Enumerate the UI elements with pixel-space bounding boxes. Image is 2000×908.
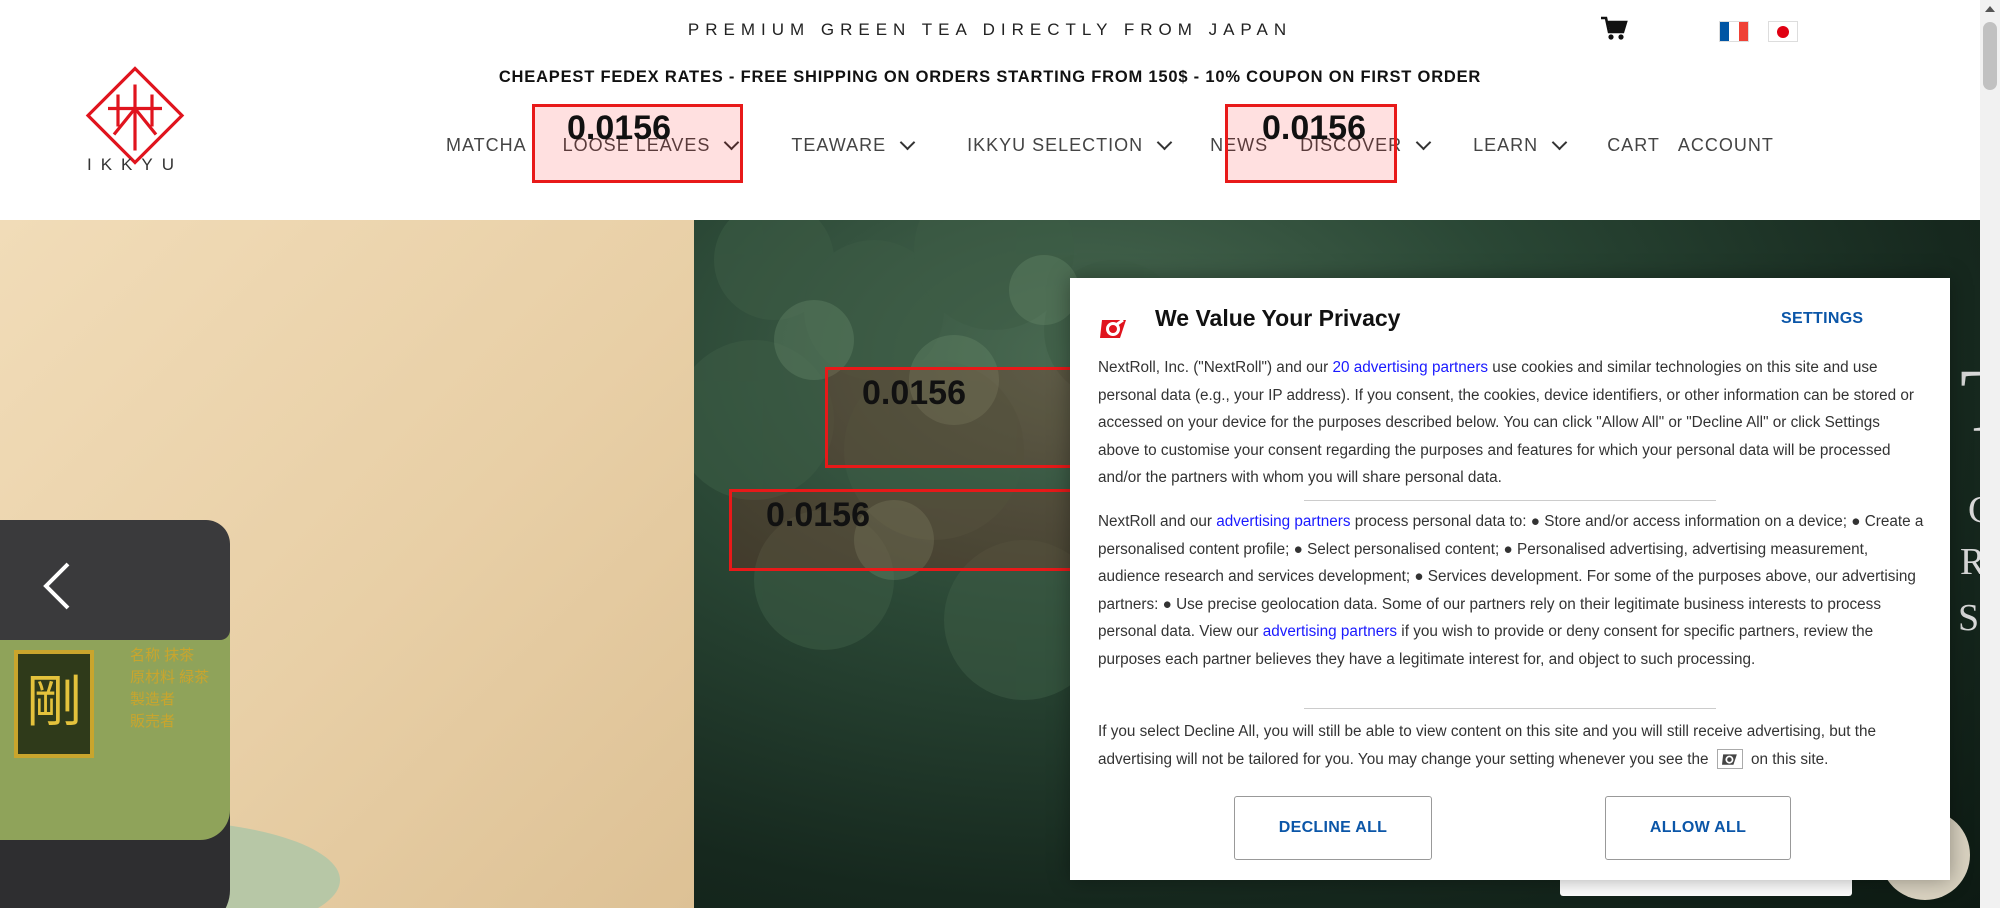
annotation-box: 0.0156 — [532, 104, 743, 183]
nav-learn[interactable]: LEARN — [1473, 134, 1568, 156]
nav-cart[interactable]: CART — [1607, 135, 1660, 156]
annotation-label: 0.0156 — [766, 496, 870, 534]
annotation-box: 0.0156 — [825, 367, 1075, 468]
nav-account[interactable]: ACCOUNT — [1678, 135, 1774, 156]
chevron-down-icon — [1156, 134, 1173, 150]
advertising-partners-link[interactable]: advertising partners — [1263, 623, 1397, 640]
nav-label: ACCOUNT — [1677, 134, 1774, 155]
consent-paragraph-3: If you select Decline All, you will stil… — [1098, 718, 1924, 773]
text: process personal data to: ● Store and/or… — [1098, 513, 1924, 640]
hero-text-fragment: S — [1958, 597, 1980, 639]
text: NextRoll, Inc. ("NextRoll") and our — [1098, 359, 1333, 376]
product-kanji: 名称 抹茶 原材料 緑茶 製造者 販売者 — [130, 647, 210, 730]
nav-label: CART — [1607, 134, 1660, 155]
scroll-up-arrow-icon[interactable] — [1985, 6, 1995, 12]
annotation-box: 0.0156 — [1225, 104, 1397, 183]
allow-all-button[interactable]: ALLOW ALL — [1605, 796, 1791, 860]
annotation-label: 0.0156 — [567, 109, 671, 147]
annotation-label: 0.0156 — [1262, 109, 1366, 147]
nav-matcha[interactable]: MATCHA — [446, 135, 527, 156]
hero-product-image: 剛 名称 抹茶 原材料 緑茶 製造者 販売者 — [0, 220, 694, 908]
advertising-partners-link[interactable]: 20 advertising partners — [1332, 359, 1488, 376]
flag-japan-icon[interactable] — [1768, 21, 1798, 42]
cookie-consent-dialog: We Value Your Privacy SETTINGS NextRoll,… — [1070, 278, 1950, 880]
nav-ikkyu-selection[interactable]: IKKYU SELECTION — [967, 134, 1173, 156]
chevron-down-icon — [1551, 134, 1568, 150]
text: on this site. — [1746, 750, 1829, 768]
consent-title: We Value Your Privacy — [1155, 305, 1401, 331]
shipping-banner: CHEAPEST FEDEX RATES - FREE SHIPPING ON … — [498, 68, 1482, 86]
consent-paragraph-1: NextRoll, Inc. ("NextRoll") and our 20 a… — [1098, 354, 1924, 492]
page-scrollbar[interactable] — [1980, 0, 2000, 908]
text: use cookies and similar technologies on … — [1098, 359, 1914, 486]
chevron-left-icon[interactable] — [38, 560, 78, 612]
divider — [1304, 500, 1716, 501]
annotation-label: 0.0156 — [862, 374, 966, 412]
advertising-partners-link[interactable]: advertising partners — [1216, 513, 1350, 530]
divider — [1304, 708, 1716, 709]
jar-lid — [0, 520, 230, 640]
nextroll-logo-icon — [1100, 318, 1126, 338]
decline-all-button[interactable]: DECLINE ALL — [1234, 796, 1432, 860]
nav-teaware[interactable]: TEAWARE — [791, 134, 916, 156]
scrollbar-thumb[interactable] — [1983, 22, 1997, 90]
consent-paragraph-2: NextRoll and our advertising partners pr… — [1098, 508, 1924, 673]
header-tagline: PREMIUM GREEN TEA DIRECTLY FROM JAPAN — [687, 20, 1293, 39]
shopping-cart-icon[interactable] — [1600, 16, 1628, 42]
annotation-box: 0.0156 — [729, 489, 1075, 571]
logo-wordmark: IKKYU — [86, 155, 184, 174]
nav-label: MATCHA — [446, 134, 527, 155]
chevron-down-icon — [899, 134, 916, 150]
chevron-down-icon — [1415, 134, 1432, 150]
text: NextRoll and our — [1098, 513, 1217, 530]
nextroll-small-icon — [1716, 749, 1743, 770]
nav-label: TEAWARE — [791, 134, 887, 155]
nav-label: IKKYU SELECTION — [967, 134, 1144, 155]
flag-france-icon[interactable] — [1719, 21, 1749, 42]
consent-settings-link[interactable]: SETTINGS — [1781, 310, 1863, 328]
nav-label: LEARN — [1473, 134, 1539, 155]
product-label: 剛 — [14, 650, 94, 758]
